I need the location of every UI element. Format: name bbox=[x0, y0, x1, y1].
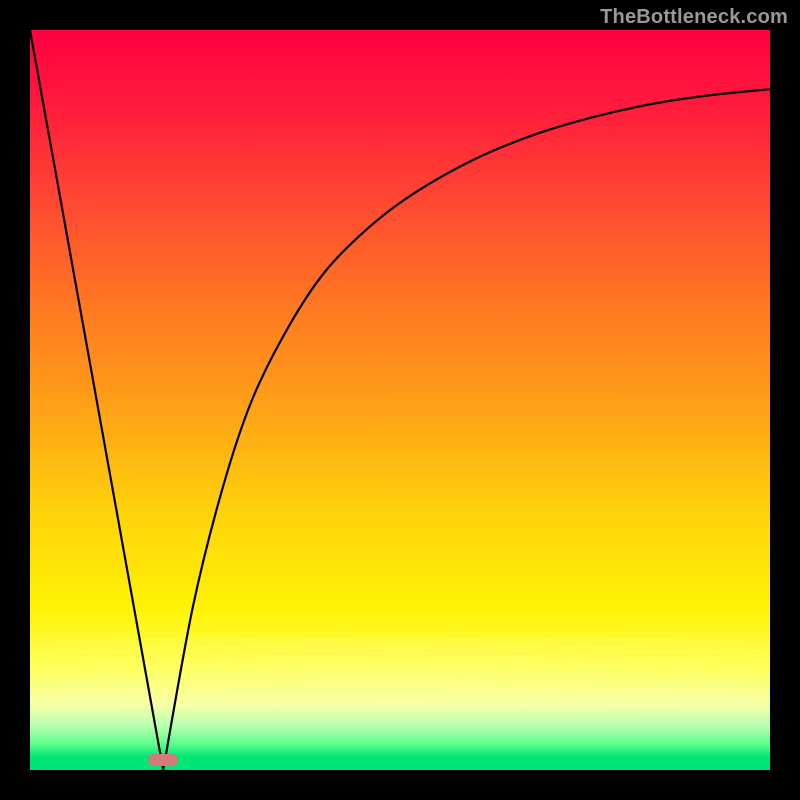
chart-frame: TheBottleneck.com bbox=[0, 0, 800, 800]
watermark-text: TheBottleneck.com bbox=[600, 6, 788, 29]
plot-area bbox=[30, 30, 770, 770]
min-marker-pill bbox=[148, 754, 178, 766]
glow-band bbox=[30, 637, 770, 711]
